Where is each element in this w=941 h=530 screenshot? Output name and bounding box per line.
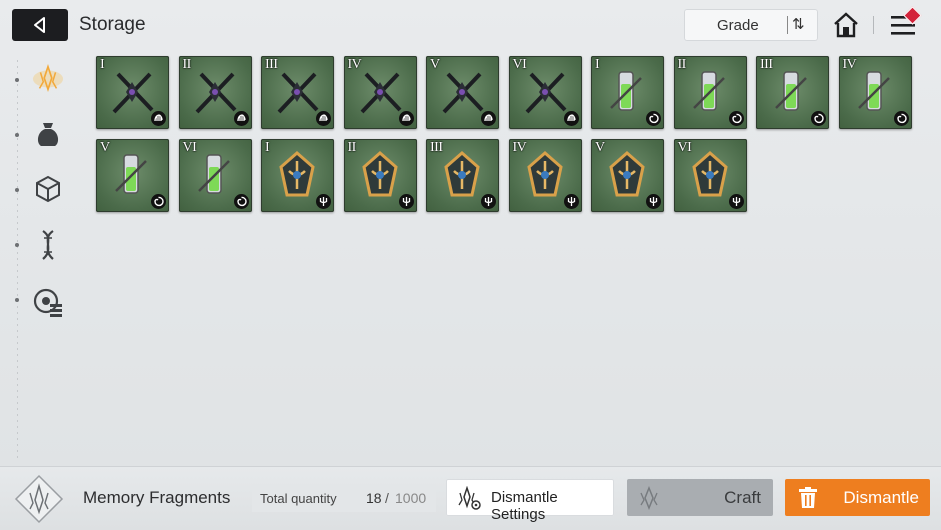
- trident-type-icon: [646, 193, 661, 209]
- rail-dot: [15, 188, 19, 192]
- back-button[interactable]: [12, 9, 68, 41]
- item-card[interactable]: I: [96, 56, 169, 129]
- sidebar-item-dna[interactable]: [32, 229, 64, 261]
- item-card[interactable]: V: [426, 56, 499, 129]
- trident-type-icon: [728, 193, 744, 209]
- item-grade: III: [430, 139, 443, 155]
- item-card[interactable]: V: [96, 138, 169, 212]
- item-grade: V: [595, 139, 605, 155]
- item-card[interactable]: I: [591, 56, 664, 129]
- item-card[interactable]: II: [673, 56, 747, 129]
- item-card[interactable]: I: [261, 138, 334, 212]
- item-card[interactable]: III: [261, 56, 334, 129]
- item-grade: II: [182, 57, 192, 72]
- swirl-type-icon: [893, 111, 909, 126]
- item-grade: IV: [842, 57, 857, 72]
- item-grade: V: [100, 139, 110, 155]
- item-grade: V: [430, 57, 440, 72]
- item-grade: VI: [512, 57, 527, 72]
- item-grade: VI: [677, 139, 692, 155]
- item-card[interactable]: III: [426, 138, 499, 212]
- item-grade: I: [265, 139, 270, 155]
- rail-dot: [15, 243, 19, 247]
- sidebar-item-cube[interactable]: [32, 173, 64, 205]
- hand-type-icon: [398, 111, 414, 126]
- item-grade: III: [760, 57, 773, 72]
- item-card[interactable]: III: [756, 56, 829, 129]
- item-grade: III: [265, 57, 278, 72]
- disc-stack-icon: [33, 288, 62, 317]
- hand-type-icon: [316, 111, 331, 126]
- swirl-type-icon: [151, 193, 166, 209]
- item-grade: I: [595, 57, 600, 72]
- sort-arrows-icon[interactable]: ⇅: [792, 15, 805, 33]
- item-grade: I: [100, 57, 105, 72]
- item-grade: II: [677, 57, 687, 72]
- swirl-type-icon: [233, 193, 249, 209]
- hand-type-icon: [563, 111, 579, 126]
- hand-type-icon: [233, 111, 249, 126]
- header-divider: [873, 16, 874, 34]
- item-card[interactable]: VI: [508, 56, 582, 129]
- page-title: Storage: [79, 14, 146, 35]
- dismantle-button[interactable]: Dismantle: [785, 479, 930, 516]
- dismantle-settings-label: Dismantle Settings: [491, 489, 558, 523]
- home-icon[interactable]: [832, 11, 860, 39]
- trident-type-icon: [398, 193, 414, 209]
- memory-fragments-label: Memory Fragments: [83, 488, 231, 507]
- item-card[interactable]: IV: [508, 138, 582, 212]
- dismantle-settings-icon: [458, 486, 481, 510]
- item-grade: II: [347, 139, 357, 155]
- trident-type-icon: [481, 193, 496, 209]
- quantity-separator: /: [385, 490, 389, 506]
- quantity-max: 1000: [395, 490, 427, 506]
- sort-label: Grade: [717, 17, 759, 34]
- craft-button[interactable]: Craft: [627, 479, 773, 516]
- sort-divider: [787, 16, 788, 34]
- craft-crystal-icon: [640, 486, 658, 510]
- cube-icon: [36, 175, 60, 203]
- dismantle-label: Dismantle: [843, 488, 919, 507]
- item-card[interactable]: VI: [673, 138, 747, 212]
- sort-dropdown[interactable]: Grade ⇅: [684, 9, 818, 41]
- trident-type-icon: [563, 193, 579, 209]
- quantity-label: Total quantity: [260, 491, 337, 506]
- craft-label: Craft: [724, 488, 761, 507]
- item-card[interactable]: IV: [343, 56, 417, 129]
- swirl-type-icon: [728, 111, 744, 126]
- dismantle-settings-button[interactable]: Dismantle Settings: [446, 479, 614, 523]
- memory-fragment-icon: [14, 474, 64, 524]
- sidebar-rail: [17, 60, 18, 460]
- sidebar-item-pouch[interactable]: [32, 118, 64, 150]
- hand-type-icon: [481, 111, 496, 126]
- rail-dot: [15, 133, 19, 137]
- item-grade: IV: [512, 139, 527, 155]
- sidebar-item-disc[interactable]: [32, 286, 64, 318]
- quantity-current: 18: [366, 490, 382, 506]
- swirl-type-icon: [811, 111, 826, 126]
- item-card[interactable]: V: [591, 138, 664, 212]
- pouch-icon: [37, 123, 59, 146]
- crystal-glow-icon: [32, 64, 64, 92]
- item-card[interactable]: VI: [178, 138, 252, 212]
- item-grade: VI: [182, 139, 197, 155]
- hand-type-icon: [151, 111, 166, 126]
- dna-icon: [42, 230, 54, 260]
- sidebar-item-glow[interactable]: [32, 62, 64, 94]
- back-arrow-icon: [34, 17, 45, 33]
- item-card[interactable]: II: [343, 138, 417, 212]
- item-card[interactable]: II: [178, 56, 252, 129]
- trash-icon: [799, 487, 817, 508]
- rail-dot: [15, 298, 19, 302]
- rail-dot: [15, 78, 19, 82]
- item-grade: IV: [347, 57, 362, 72]
- item-card[interactable]: IV: [838, 56, 912, 129]
- swirl-type-icon: [646, 111, 661, 126]
- trident-type-icon: [316, 193, 331, 209]
